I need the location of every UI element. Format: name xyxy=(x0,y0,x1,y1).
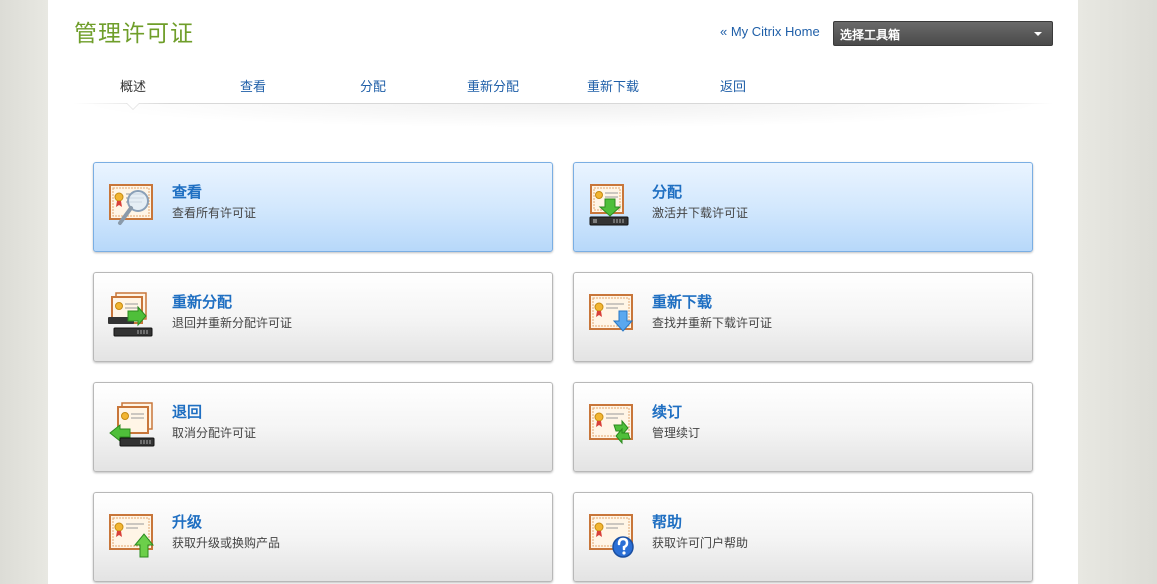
card-help[interactable]: 帮助 获取许可门户帮助 xyxy=(573,492,1033,582)
card-title: 升级 xyxy=(172,513,203,531)
certificate-download-server-icon xyxy=(589,184,629,226)
toolbox-select[interactable]: 选择工具箱 xyxy=(833,21,1053,46)
certificate-upgrade-icon xyxy=(109,514,155,558)
card-subtitle: 获取升级或换购产品 xyxy=(172,536,281,550)
card-title: 帮助 xyxy=(652,513,683,531)
card-renew[interactable]: 续订 管理续订 xyxy=(573,382,1033,472)
certificate-return-icon xyxy=(109,402,155,447)
tab-redownload[interactable]: 重新下载 xyxy=(553,76,673,95)
active-tab-pointer-inner xyxy=(127,103,139,109)
card-subtitle: 退回并重新分配许可证 xyxy=(172,316,293,330)
card-title: 重新分配 xyxy=(172,293,233,311)
card-title: 退回 xyxy=(172,403,203,421)
tab-view[interactable]: 查看 xyxy=(193,76,313,95)
card-title: 分配 xyxy=(652,183,683,201)
tab-bar: 概述 查看 分配 重新分配 重新下载 返回 xyxy=(73,76,1053,104)
tab-return[interactable]: 返回 xyxy=(673,76,793,95)
certificate-redownload-icon xyxy=(589,294,634,332)
certificate-help-icon xyxy=(589,514,634,558)
dropdown-arrow-icon xyxy=(1034,32,1042,36)
card-reallocate[interactable]: 重新分配 退回并重新分配许可证 xyxy=(93,272,553,362)
card-upgrade[interactable]: 升级 获取升级或换购产品 xyxy=(93,492,553,582)
certificate-reallocate-icon xyxy=(108,292,153,337)
card-subtitle: 取消分配许可证 xyxy=(172,426,257,440)
card-return[interactable]: 退回 取消分配许可证 xyxy=(93,382,553,472)
tab-overview[interactable]: 概述 xyxy=(73,76,193,95)
card-subtitle: 查找并重新下载许可证 xyxy=(652,316,773,330)
certificate-magnifier-icon xyxy=(109,184,153,225)
card-redownload[interactable]: 重新下载 查找并重新下载许可证 xyxy=(573,272,1033,362)
card-subtitle: 管理续订 xyxy=(652,426,701,440)
my-citrix-home-link[interactable]: « My Citrix Home xyxy=(720,24,820,39)
card-title: 查看 xyxy=(172,183,203,201)
certificate-renew-icon xyxy=(589,404,633,445)
card-allocate[interactable]: 分配 激活并下载许可证 xyxy=(573,162,1033,252)
page-container: 管理许可证 « My Citrix Home 选择工具箱 概述 查看 分配 重新… xyxy=(48,0,1078,584)
card-title: 续订 xyxy=(652,403,683,421)
tab-allocate[interactable]: 分配 xyxy=(313,76,433,95)
card-subtitle: 获取许可门户帮助 xyxy=(652,536,749,550)
tab-reallocate[interactable]: 重新分配 xyxy=(433,76,553,95)
card-title: 重新下载 xyxy=(652,293,713,311)
card-view[interactable]: 查看 查看所有许可证 xyxy=(93,162,553,252)
card-subtitle: 查看所有许可证 xyxy=(172,206,257,220)
toolbox-select-label: 选择工具箱 xyxy=(840,28,901,42)
tab-shadow xyxy=(73,104,1053,128)
page-title: 管理许可证 xyxy=(74,21,194,47)
card-subtitle: 激活并下载许可证 xyxy=(652,206,749,220)
